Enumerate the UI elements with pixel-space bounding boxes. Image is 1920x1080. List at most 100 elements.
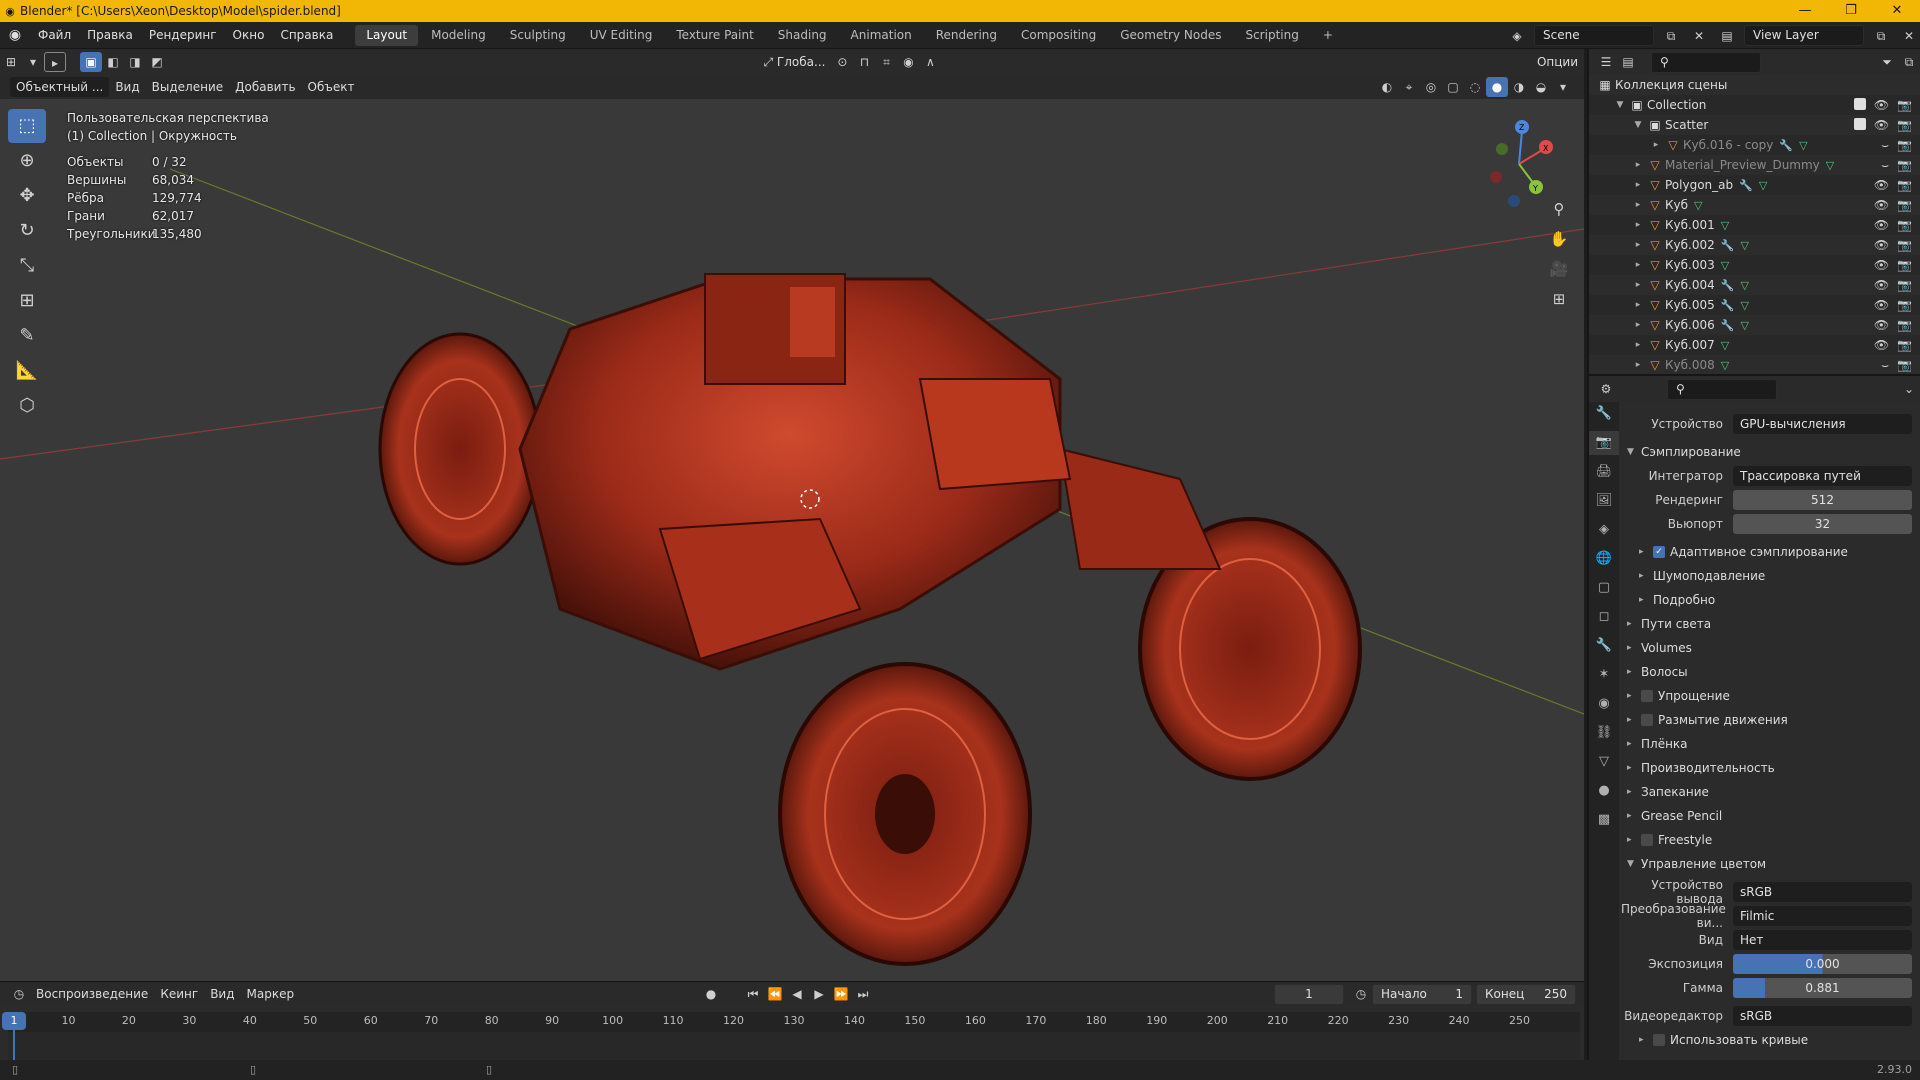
render-visibility-icon[interactable]: 📷 — [1897, 138, 1912, 153]
view-layer-icon[interactable]: ▤ — [1716, 26, 1738, 46]
exclude-checkbox[interactable] — [1853, 118, 1866, 130]
eye-icon[interactable]: 👁 — [1874, 98, 1889, 112]
expand-arrow-icon[interactable]: ▸ — [1631, 340, 1645, 350]
modifier-icon[interactable]: 🔧 — [1721, 319, 1735, 332]
panel-9[interactable]: ▸ Freestyle — [1621, 828, 1920, 852]
modifier-icon[interactable]: 🔧 — [1721, 279, 1735, 292]
material-tab-icon[interactable]: ● — [1589, 779, 1619, 803]
outliner-root[interactable]: ▦ Коллекция сцены — [1589, 75, 1920, 95]
mesh-data-icon[interactable]: ▽ — [1799, 139, 1807, 152]
measure-tool-icon[interactable]: 📐 — [8, 354, 46, 388]
render-visibility-icon[interactable]: 📷 — [1897, 118, 1912, 132]
eye-icon[interactable]: 👁 — [1874, 338, 1889, 352]
mesh-data-icon[interactable]: ▽ — [1721, 339, 1729, 352]
outliner-item[interactable]: ▸ ▽ Куб.005 🔧 ▽ 👁 📷 — [1589, 295, 1920, 315]
expand-arrow-icon[interactable]: ▸ — [1631, 160, 1645, 170]
menu-timeline-view[interactable]: Вид — [204, 984, 240, 1004]
expand-arrow-icon[interactable]: ▼ — [1613, 100, 1627, 110]
outliner-item[interactable]: ▸ ▽ Куб.007 ▽ 👁 📷 — [1589, 335, 1920, 355]
jump-end-icon[interactable]: ⏭ — [852, 984, 874, 1004]
expand-arrow-icon[interactable]: ▸ — [1631, 220, 1645, 230]
shading-options-icon[interactable]: ▾ — [1552, 77, 1574, 97]
eye-icon[interactable]: 👁 — [1874, 278, 1889, 292]
blender-menu-icon[interactable]: ◉ — [0, 27, 30, 43]
menu-playback[interactable]: Воспроизведение — [30, 984, 154, 1004]
menu-keying[interactable]: Кеинг — [154, 984, 204, 1004]
cursor-tool-icon[interactable]: ⊕ — [8, 144, 46, 178]
tab-texture-paint[interactable]: Texture Paint — [665, 25, 764, 46]
menu-add[interactable]: Добавить — [229, 77, 301, 97]
camera-icon[interactable]: 🎥 — [1546, 254, 1572, 284]
eye-icon[interactable]: 👁 — [1874, 258, 1889, 272]
outliner-item[interactable]: ▸ ▽ Куб ▽ 👁 📷 — [1589, 195, 1920, 215]
object-tab-icon[interactable]: ◻ — [1589, 605, 1619, 629]
pin-icon[interactable]: ⌄ — [1898, 379, 1920, 399]
menu-render[interactable]: Рендеринг — [141, 22, 225, 49]
panel-7[interactable]: ▸ Запекание — [1621, 780, 1920, 804]
pan-hand-icon[interactable]: ✋ — [1546, 224, 1572, 254]
denoise-panel[interactable]: ▸ Шумоподавление — [1621, 564, 1920, 588]
filter-icon[interactable]: ⏷ — [1876, 52, 1898, 72]
render-tab-icon[interactable]: 📷 — [1589, 431, 1619, 455]
constraints-tab-icon[interactable]: ⛓ — [1589, 721, 1619, 745]
xray-icon[interactable]: ▢ — [1442, 77, 1464, 97]
display-device-dropdown[interactable]: sRGB — [1733, 882, 1912, 902]
render-visibility-icon[interactable]: 📷 — [1897, 218, 1912, 232]
eye-closed-icon[interactable]: ⌣ — [1881, 358, 1889, 373]
expand-arrow-icon[interactable]: ▸ — [1649, 140, 1663, 150]
eye-icon[interactable]: 👁 — [1874, 218, 1889, 232]
outliner-item[interactable]: ▸ ▽ Куб.002 🔧 ▽ 👁 📷 — [1589, 235, 1920, 255]
exclude-checkbox[interactable] — [1853, 98, 1866, 110]
menu-object[interactable]: Объект — [302, 77, 361, 97]
viewport-scene[interactable] — [0, 49, 1584, 981]
outliner-search-input[interactable]: ⚲ — [1651, 51, 1761, 73]
integrator-dropdown[interactable]: Трассировка путей — [1733, 466, 1912, 486]
move-tool-icon[interactable]: ✥ — [8, 179, 46, 213]
view-layer-selector[interactable]: View Layer — [1744, 25, 1864, 46]
menu-view[interactable]: Вид — [109, 77, 145, 97]
delete-scene-icon[interactable]: ✕ — [1688, 26, 1710, 46]
visibility-icon[interactable]: ◐ — [1376, 77, 1398, 97]
modifier-icon[interactable]: 🔧 — [1779, 139, 1793, 152]
select-mode-icon[interactable]: ▾ — [22, 52, 44, 72]
playhead[interactable]: 1 — [2, 1012, 27, 1030]
proportional-edit-icon[interactable]: ◉ — [897, 52, 919, 72]
3d-viewport[interactable]: ⊞ ▾ ▸ ▣ ◧ ◨ ◩ ⤢ Глоба... ⊙ ⊓ ⌗ ◉ ∧ Опции… — [0, 49, 1584, 981]
viewport-samples-field[interactable]: 32 — [1733, 514, 1912, 534]
menu-marker[interactable]: Маркер — [241, 984, 301, 1004]
end-frame-field[interactable]: Конец 250 — [1476, 983, 1576, 1005]
modifier-icon[interactable]: 🔧 — [1739, 179, 1753, 192]
add-workspace-button[interactable]: + — [1312, 25, 1344, 46]
shading-material-icon[interactable]: ◑ — [1508, 77, 1530, 97]
panel-1[interactable]: ▸ Volumes — [1621, 636, 1920, 660]
delete-view-layer-icon[interactable]: ✕ — [1898, 26, 1920, 46]
outliner-item[interactable]: ▸ ▽ Polygon_ab 🔧 ▽ 👁 📷 — [1589, 175, 1920, 195]
select-tool-icon[interactable]: ⬚ — [8, 109, 46, 143]
snap-target-icon[interactable]: ⌗ — [875, 52, 897, 72]
render-visibility-icon[interactable]: 📷 — [1897, 98, 1912, 112]
view-transform-dropdown[interactable]: Filmic — [1733, 906, 1912, 926]
scene-selector[interactable]: Scene — [1534, 25, 1654, 46]
select-subtract-icon[interactable]: ◨ — [124, 52, 146, 72]
record-icon[interactable]: ● — [700, 984, 722, 1004]
eye-closed-icon[interactable]: ⌣ — [1881, 138, 1889, 153]
eye-icon[interactable]: 👁 — [1874, 178, 1889, 192]
panel-0[interactable]: ▸ Пути света — [1621, 612, 1920, 636]
panel-4[interactable]: ▸ Размытие движения — [1621, 708, 1920, 732]
expand-arrow-icon[interactable]: ▸ — [1631, 300, 1645, 310]
render-visibility-icon[interactable]: 📷 — [1897, 338, 1912, 352]
mesh-data-icon[interactable]: ▽ — [1694, 199, 1702, 212]
output-tab-icon[interactable]: 🖨 — [1589, 460, 1619, 484]
render-visibility-icon[interactable]: 📷 — [1897, 278, 1912, 292]
outliner-item[interactable]: ▸ ▽ Куб.001 ▽ 👁 📷 — [1589, 215, 1920, 235]
exposure-slider[interactable]: 0.000 — [1733, 954, 1912, 974]
modifier-icon[interactable]: 🔧 — [1721, 299, 1735, 312]
look-dropdown[interactable]: Нет — [1733, 930, 1912, 950]
preview-range-icon[interactable]: ◷ — [1350, 984, 1372, 1004]
panel-checkbox[interactable] — [1641, 834, 1653, 846]
render-visibility-icon[interactable]: 📷 — [1897, 318, 1912, 332]
mesh-data-icon[interactable]: ▽ — [1740, 319, 1748, 332]
expand-arrow-icon[interactable]: ▸ — [1631, 320, 1645, 330]
menu-help[interactable]: Справка — [272, 22, 341, 49]
next-keyframe-icon[interactable]: ⏩ — [830, 984, 852, 1004]
